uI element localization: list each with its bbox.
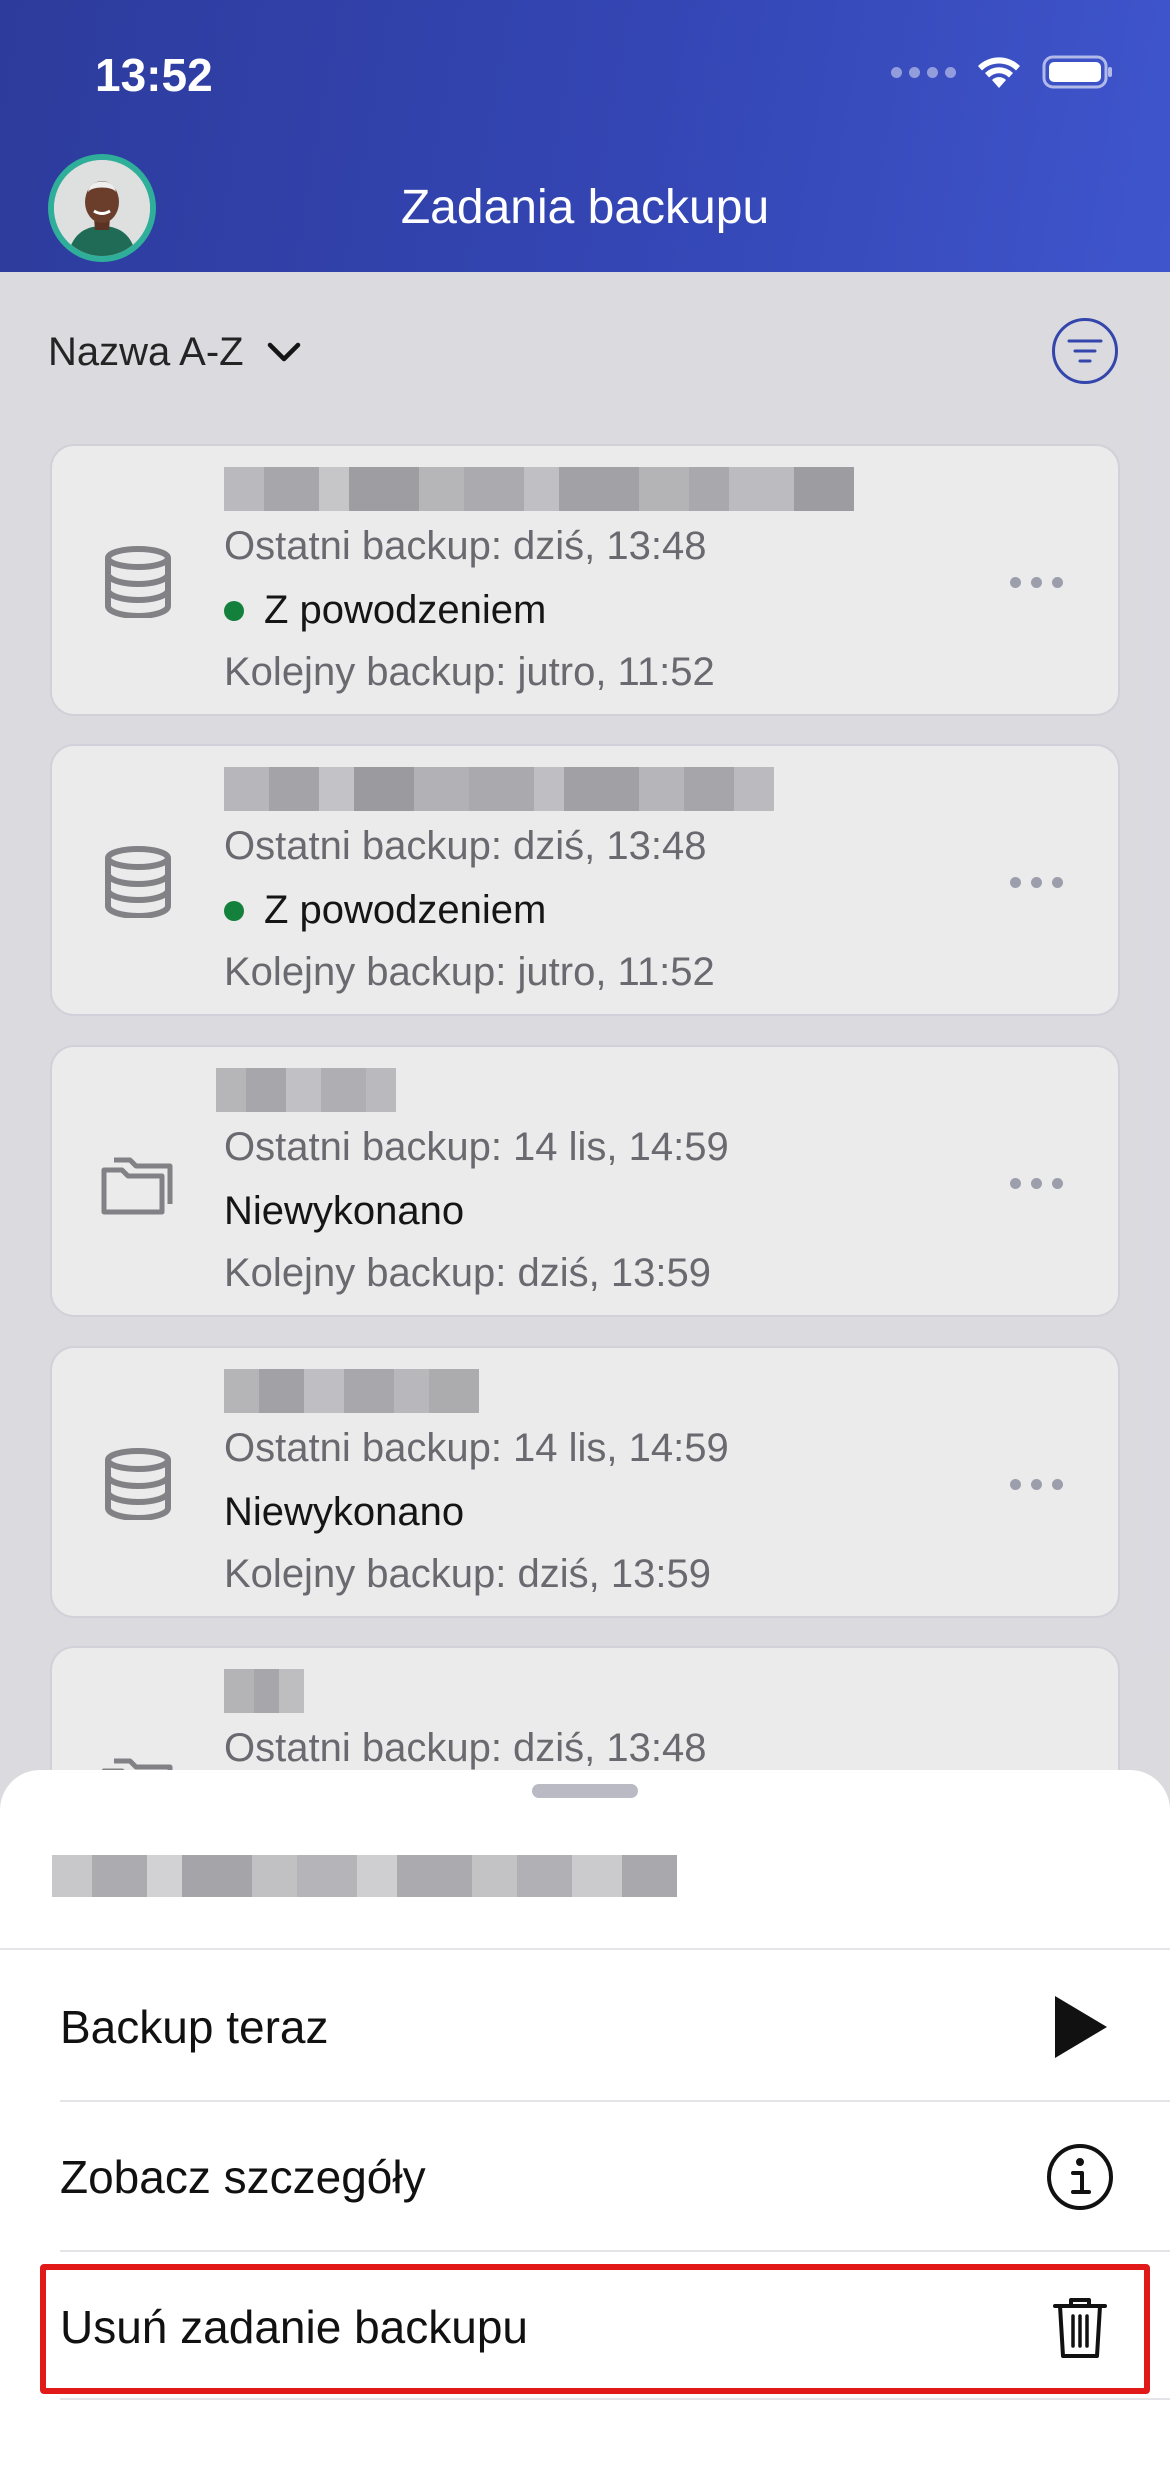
backup-job-card[interactable]: Ostatni backup: 14 lis, 14:59 Niewykonan… [50, 1045, 1120, 1317]
status-badge: Z powodzeniem [224, 888, 546, 933]
success-dot-icon [224, 600, 244, 621]
status-text: Niewykonano [224, 1189, 465, 1233]
backup-job-card[interactable]: Ostatni backup: 14 lis, 14:59 Niewykonan… [50, 1346, 1120, 1618]
more-options-icon[interactable] [1006, 864, 1066, 900]
wifi-icon [978, 57, 1020, 88]
backup-job-card[interactable]: Ostatni backup: dziś, 13:48 Z powodzenie… [50, 444, 1120, 716]
backup-job-card[interactable]: Ostatni backup: dziś, 13:48 Z powodzenie… [50, 744, 1120, 1016]
sort-dropdown[interactable]: Nazwa A-Z [48, 320, 302, 384]
folder-icon [98, 1143, 178, 1223]
filter-icon [1067, 339, 1103, 363]
play-icon [1040, 1987, 1120, 2067]
job-name-redacted [224, 1362, 479, 1420]
divider [0, 1948, 1170, 1950]
status-badge: Z powodzeniem [224, 588, 546, 633]
job-name-redacted [224, 460, 854, 518]
sheet-title-redacted [52, 1852, 677, 1900]
app-header: 13:52 Zadania backupu [0, 0, 1170, 272]
last-backup-text: Ostatni backup: 14 lis, 14:59 [224, 1125, 729, 1169]
last-backup-text: Ostatni backup: dziś, 13:48 [224, 1726, 707, 1770]
sheet-grabber[interactable] [532, 1784, 638, 1798]
highlight-box [40, 2264, 1150, 2394]
screen: 13:52 Zadania backupu Nazwa A-Z Ostatni … [0, 0, 1170, 2478]
sort-label: Nazwa A-Z [48, 329, 244, 374]
database-icon [98, 842, 178, 922]
next-backup-text: Kolejny backup: jutro, 11:52 [224, 950, 715, 994]
cellular-signal-icon [891, 66, 956, 78]
filter-button[interactable] [1052, 318, 1118, 384]
status-icons [891, 52, 1114, 92]
next-backup-text: Kolejny backup: dziś, 13:59 [224, 1552, 711, 1596]
last-backup-text: Ostatni backup: dziś, 13:48 [224, 824, 707, 868]
success-dot-icon [224, 900, 244, 921]
database-icon [98, 1444, 178, 1524]
database-icon [98, 542, 178, 622]
status-text: Z powodzeniem [264, 588, 547, 632]
more-options-icon[interactable] [1006, 564, 1066, 600]
status-text: Niewykonano [224, 1490, 465, 1534]
next-backup-text: Kolejny backup: jutro, 11:52 [224, 650, 715, 694]
more-options-icon[interactable] [1006, 1466, 1066, 1502]
divider [60, 2398, 1170, 2400]
battery-icon [1042, 55, 1112, 89]
job-name-redacted [224, 760, 774, 818]
job-name-redacted [216, 1061, 396, 1119]
chevron-down-icon [267, 342, 300, 362]
last-backup-text: Ostatni backup: dziś, 13:48 [224, 524, 707, 568]
next-backup-text: Kolejny backup: dziś, 13:59 [224, 1251, 711, 1295]
view-details-action[interactable]: Zobacz szczegóły [60, 2102, 1120, 2252]
job-name-redacted [224, 1662, 304, 1720]
status-time: 13:52 [95, 49, 213, 101]
more-options-icon[interactable] [1006, 1165, 1066, 1201]
backup-now-action[interactable]: Backup teraz [60, 1952, 1120, 2102]
action-label: Backup teraz [60, 2001, 329, 2053]
page-title: Zadania backupu [400, 181, 770, 234]
last-backup-text: Ostatni backup: 14 lis, 14:59 [224, 1426, 729, 1470]
info-icon [1040, 2137, 1120, 2217]
action-label: Zobacz szczegóły [60, 2151, 426, 2203]
status-text: Z powodzeniem [264, 888, 547, 932]
